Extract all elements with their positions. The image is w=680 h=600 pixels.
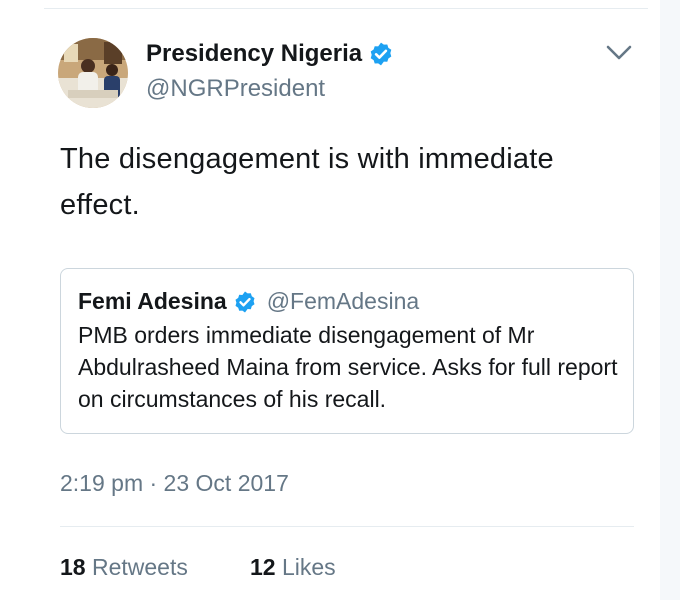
- retweets-label: Retweets: [91, 554, 188, 580]
- retweets-stat[interactable]: 18 Retweets: [60, 554, 188, 581]
- quoted-author-name: Femi Adesina: [78, 288, 227, 314]
- likes-stat[interactable]: 12 Likes: [250, 554, 336, 581]
- tweet-timestamp[interactable]: 2:19 pm · 23 Oct 2017: [60, 470, 289, 497]
- verified-badge-icon: [235, 291, 255, 312]
- chevron-down-icon[interactable]: [604, 42, 634, 64]
- verified-badge-icon: [370, 42, 392, 66]
- quoted-author-handle: @FemAdesina: [266, 288, 420, 314]
- likes-count: 12: [250, 554, 276, 580]
- author-handle[interactable]: @NGRPresident: [146, 75, 325, 103]
- quoted-tweet-header: Femi Adesina @FemAdesina: [78, 288, 419, 315]
- divider: [44, 8, 648, 9]
- retweets-count: 18: [60, 554, 86, 580]
- page-edge: [660, 0, 680, 600]
- quoted-tweet-text: PMB orders immediate disengagement of Mr…: [78, 322, 618, 412]
- tweet-text: The disengagement is with immediate effe…: [60, 143, 554, 221]
- likes-label: Likes: [281, 554, 336, 580]
- author-name-text: Presidency Nigeria: [146, 40, 363, 67]
- divider: [60, 526, 634, 527]
- tweet-card: Presidency Nigeria @NGRPresident The dis…: [0, 0, 680, 600]
- avatar[interactable]: [58, 38, 128, 108]
- author-name[interactable]: Presidency Nigeria: [146, 40, 394, 68]
- quoted-tweet[interactable]: Femi Adesina @FemAdesina PMB orders imme…: [60, 268, 634, 434]
